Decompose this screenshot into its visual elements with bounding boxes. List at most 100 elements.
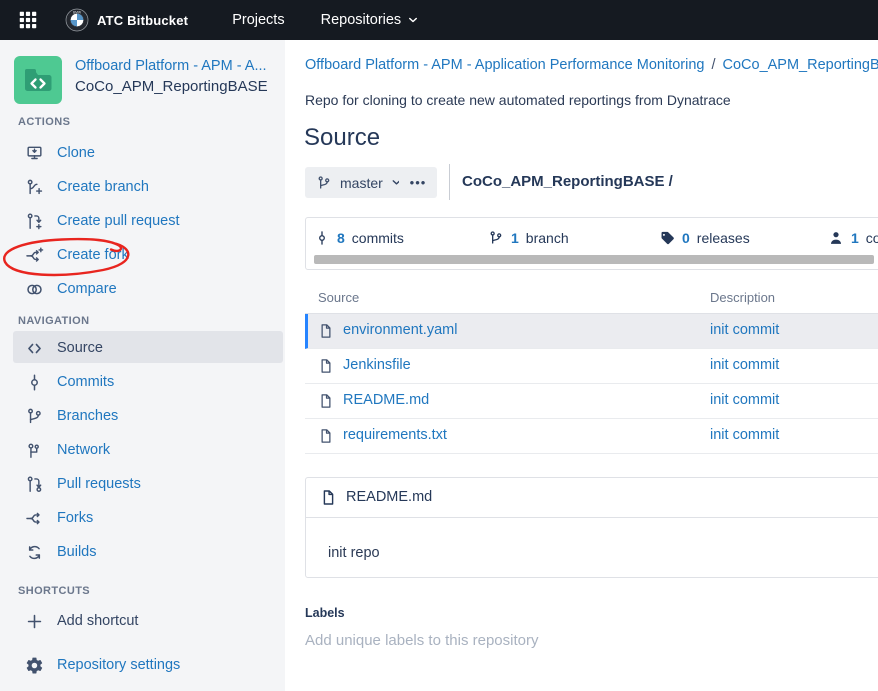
ellipsis-icon: ••• (410, 175, 427, 190)
tag-icon (659, 230, 675, 246)
create-pull-request-icon (24, 211, 44, 231)
commit-message-link[interactable]: init commit (710, 392, 779, 408)
shortcuts-section-title: SHORTCUTS (18, 585, 90, 597)
commit-message-link[interactable]: init commit (710, 427, 779, 443)
sidebar-item-branches[interactable]: Branches (24, 403, 118, 429)
create-fork-icon (24, 245, 44, 265)
sidebar-item-label: Branches (57, 408, 118, 424)
sidebar-item-label: Forks (57, 510, 93, 526)
app-switcher-icon[interactable] (17, 9, 39, 31)
clone-icon (24, 143, 44, 163)
file-link[interactable]: README.md (343, 392, 429, 408)
readme-filename[interactable]: README.md (346, 489, 432, 505)
breadcrumb: Offboard Platform - APM - Application Pe… (305, 57, 878, 73)
stat-value: 1 (511, 230, 519, 246)
topnav-projects-label: Projects (232, 12, 284, 28)
stat-label: contributor (866, 230, 878, 246)
repo-avatar[interactable] (14, 56, 62, 104)
commit-icon (24, 372, 44, 392)
sidebar-item-clone[interactable]: Clone (24, 140, 95, 166)
sidebar-item-label: Pull requests (57, 476, 141, 492)
pull-requests-icon (24, 474, 44, 494)
stat-value: 0 (682, 230, 690, 246)
file-link[interactable]: requirements.txt (343, 427, 447, 443)
repo-name: CoCo_APM_ReportingBASE (75, 78, 275, 95)
sidebar-item-label: Builds (57, 544, 97, 560)
file-link[interactable]: Jenkinsfile (343, 357, 411, 373)
sidebar-item-source[interactable]: Source (24, 335, 103, 361)
table-row[interactable]: README.md init commit (305, 384, 878, 419)
sidebar-item-label: Compare (57, 281, 117, 297)
stat-label: commits (352, 230, 404, 246)
repository-sidebar: Offboard Platform - APM - A... CoCo_APM_… (0, 40, 285, 691)
plus-icon (24, 611, 44, 631)
commit-message-link[interactable]: init commit (710, 322, 779, 338)
horizontal-scrollbar[interactable] (314, 255, 874, 264)
topnav-projects[interactable]: Projects (218, 4, 298, 36)
sidebar-item-network[interactable]: Network (24, 437, 110, 463)
sidebar-item-label: Create pull request (57, 213, 180, 229)
topnav: Projects Repositories (218, 4, 433, 36)
breadcrumb-repo-link[interactable]: CoCo_APM_ReportingBASE (723, 57, 878, 73)
readme-content: init repo (306, 518, 878, 561)
compare-icon (24, 279, 44, 299)
file-icon (318, 358, 334, 379)
page-title: Source (304, 124, 380, 152)
sidebar-item-create-fork[interactable]: Create fork (24, 242, 129, 268)
sidebar-item-create-branch[interactable]: Create branch (24, 174, 149, 200)
sidebar-item-label: Clone (57, 145, 95, 161)
top-navigation-bar: BMW ATC Bitbucket Projects Repositories (0, 0, 878, 40)
table-row[interactable]: Jenkinsfile init commit (305, 349, 878, 384)
commit-icon (314, 230, 330, 246)
stat-commits[interactable]: 8 commits (314, 230, 404, 246)
more-actions-button[interactable]: ••• (399, 167, 437, 198)
repo-header-texts: Offboard Platform - APM - A... CoCo_APM_… (75, 56, 275, 104)
sidebar-item-forks[interactable]: Forks (24, 505, 93, 531)
branch-icon (488, 230, 504, 246)
breadcrumb-project-link[interactable]: Offboard Platform - APM - Application Pe… (305, 57, 704, 73)
source-code-icon (24, 338, 44, 358)
toolbar-divider (449, 164, 450, 200)
stat-releases[interactable]: 0 releases (659, 230, 750, 246)
brand-home-link[interactable]: BMW ATC Bitbucket (65, 8, 188, 32)
file-link[interactable]: environment.yaml (343, 322, 457, 338)
repo-stats-card: 8 commits 1 branch 0 releases 1 contribu… (305, 217, 878, 270)
file-table-header: Source Description (305, 283, 878, 314)
repo-description: Repo for cloning to create new automated… (305, 92, 731, 108)
branch-selector-button[interactable]: master (305, 167, 413, 198)
sidebar-item-create-pull-request[interactable]: Create pull request (24, 208, 180, 234)
navigation-section-title: NAVIGATION (18, 315, 89, 327)
brand-name: ATC Bitbucket (97, 13, 188, 28)
breadcrumb-separator: / (711, 57, 715, 73)
file-icon (318, 428, 334, 449)
sidebar-item-label: Create branch (57, 179, 149, 195)
sidebar-item-repository-settings[interactable]: Repository settings (24, 652, 180, 678)
sidebar-item-label: Repository settings (57, 657, 180, 673)
stat-label: branch (526, 230, 569, 246)
stat-contributors[interactable]: 1 contributor (828, 230, 878, 246)
sidebar-item-commits[interactable]: Commits (24, 369, 114, 395)
table-row[interactable]: environment.yaml init commit (305, 314, 878, 349)
table-row[interactable]: requirements.txt init commit (305, 419, 878, 454)
bitbucket-repo-page: BMW ATC Bitbucket Projects Repositories (0, 0, 878, 691)
project-link[interactable]: Offboard Platform - APM - A... (75, 58, 275, 74)
sidebar-item-add-shortcut[interactable]: Add shortcut (24, 608, 138, 634)
sidebar-item-pull-requests[interactable]: Pull requests (24, 471, 141, 497)
file-icon (318, 393, 334, 414)
labels-placeholder[interactable]: Add unique labels to this repository (305, 632, 538, 649)
sidebar-item-label: Add shortcut (57, 613, 138, 629)
current-path: CoCo_APM_ReportingBASE / (462, 173, 673, 190)
create-branch-icon (24, 177, 44, 197)
commit-message-link[interactable]: init commit (710, 357, 779, 373)
readme-card: README.md init repo (305, 477, 878, 578)
stat-branches[interactable]: 1 branch (488, 230, 569, 246)
sidebar-item-builds[interactable]: Builds (24, 539, 97, 565)
topnav-repositories[interactable]: Repositories (307, 4, 434, 36)
repo-header: Offboard Platform - APM - A... CoCo_APM_… (14, 56, 275, 104)
column-header-source: Source (318, 290, 359, 305)
branch-icon (316, 175, 332, 191)
file-icon (320, 489, 337, 511)
actions-section-title: ACTIONS (18, 116, 70, 128)
bmw-logo-icon: BMW (65, 8, 89, 32)
sidebar-item-compare[interactable]: Compare (24, 276, 117, 302)
